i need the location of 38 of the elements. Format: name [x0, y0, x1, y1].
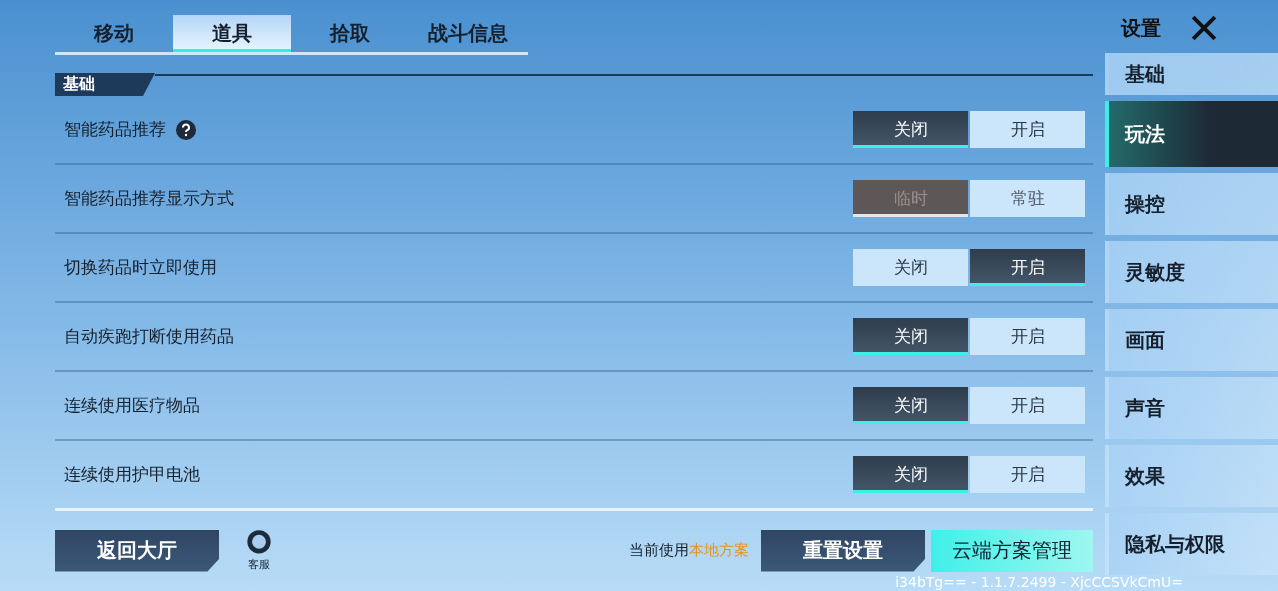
toggle-option[interactable]: 开启 [970, 318, 1085, 355]
back-to-lobby-button[interactable]: 返回大厅 [55, 529, 219, 572]
scheme-label: 当前使用 [629, 541, 689, 560]
sidebar-item[interactable]: 操控 [1105, 173, 1278, 235]
toggle-option[interactable]: 关闭 [853, 318, 968, 355]
toggle-option[interactable]: 开启 [970, 456, 1085, 493]
sidebar-item[interactable]: 声音 [1105, 377, 1278, 439]
help-icon[interactable] [176, 119, 196, 140]
tab[interactable]: 拾取 [291, 15, 409, 52]
setting-label: 连续使用医疗物品 [64, 394, 200, 417]
cloud-scheme-button[interactable]: 云端方案管理 [931, 529, 1093, 572]
toggle-option[interactable]: 关闭 [853, 387, 968, 424]
tab[interactable]: 移动 [55, 15, 173, 52]
setting-label: 自动疾跑打断使用药品 [64, 325, 234, 348]
toggle-option[interactable]: 开启 [970, 387, 1085, 424]
setting-label: 智能药品推荐显示方式 [64, 187, 234, 210]
toggle-option[interactable]: 开启 [970, 111, 1085, 148]
toggle-option[interactable]: 开启 [970, 249, 1085, 286]
toggle-option[interactable]: 关闭 [853, 456, 968, 493]
close-icon[interactable] [1191, 15, 1217, 41]
version-text: i34bTg== - 1.1.7.2499 - XjcCCSVkCmU= [895, 574, 1183, 590]
sidebar-item[interactable]: 灵敏度 [1105, 241, 1278, 303]
sidebar-item[interactable]: 效果 [1105, 445, 1278, 507]
service-label: 客服 [248, 557, 270, 572]
toggle-option[interactable]: 关闭 [853, 249, 968, 286]
sidebar-item[interactable]: 基础 [1105, 53, 1278, 95]
sidebar-item[interactable]: 画面 [1105, 309, 1278, 371]
reset-button[interactable]: 重置设置 [761, 529, 925, 572]
tab[interactable]: 战斗信息 [409, 15, 527, 52]
settings-title: 设置 [1121, 14, 1161, 42]
setting-label: 切换药品时立即使用 [64, 256, 217, 279]
sidebar-item[interactable]: 隐私与权限 [1105, 513, 1278, 575]
section-title: 基础 [55, 73, 155, 96]
tab[interactable]: 道具 [173, 15, 291, 52]
setting-label: 连续使用护甲电池 [64, 463, 200, 486]
sidebar-item[interactable]: 玩法 [1105, 101, 1278, 167]
setting-label: 智能药品推荐 [64, 118, 166, 141]
toggle-option[interactable]: 关闭 [853, 111, 968, 148]
